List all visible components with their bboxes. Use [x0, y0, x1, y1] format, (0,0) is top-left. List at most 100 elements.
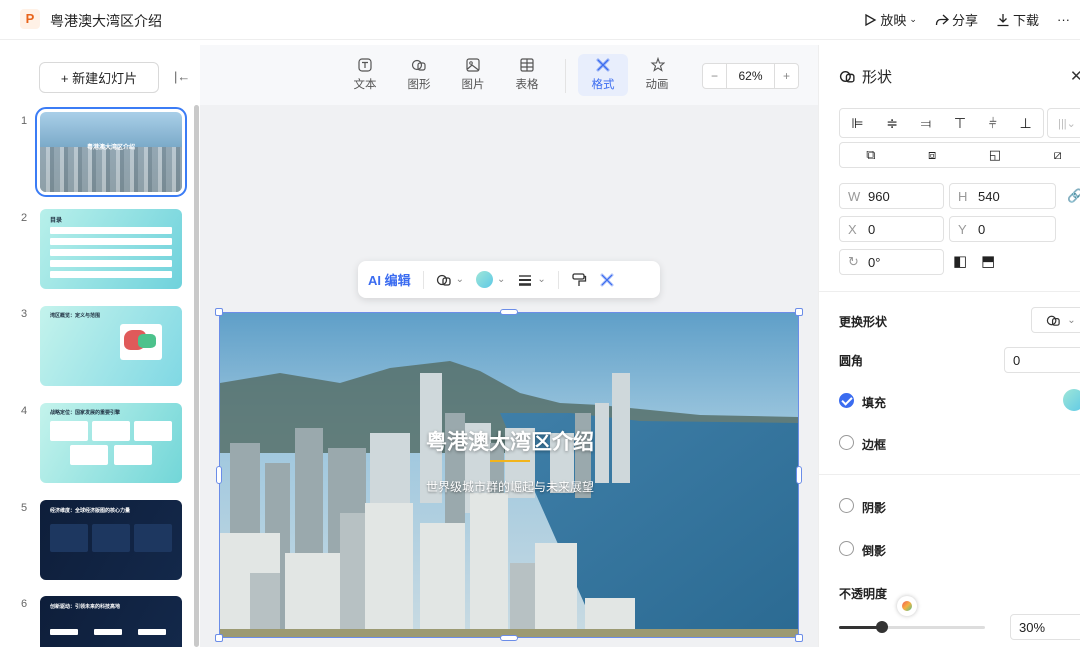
play-button[interactable]: 放映 ⌄	[863, 10, 917, 29]
intersect-icon[interactable]: ◱	[989, 147, 1001, 163]
slide-thumbnail-title: 经济维度：全球经济版图的核心力量	[50, 508, 131, 514]
slide-number: 2	[21, 212, 28, 224]
slide-thumbnail-4[interactable]: 战略定位：国家发展的重要引擎	[40, 403, 182, 483]
chevron-down-icon: ⌄	[455, 274, 465, 285]
resize-handle-ne[interactable]	[795, 308, 803, 316]
slide-thumbnail-3[interactable]: 湾区概览：定义与范围	[40, 306, 182, 386]
tool-image[interactable]: 图片	[453, 57, 493, 92]
tool-shape[interactable]: 图形	[399, 57, 439, 92]
zoom-in-button[interactable]: +	[774, 64, 798, 88]
resize-handle-sw[interactable]	[215, 634, 223, 642]
slide-thumbnail-2[interactable]: 目录	[40, 209, 182, 289]
opacity-slider[interactable]	[839, 621, 985, 633]
slide-thumbnail-title: 战略定位：国家发展的重要引擎	[50, 410, 121, 416]
chevron-down-icon: ⌄	[1067, 314, 1076, 326]
x-field[interactable]: X 0	[839, 216, 944, 242]
border-checkbox[interactable]	[839, 435, 854, 450]
border-label: 边框	[862, 438, 887, 452]
distribute-dropdown[interactable]: |||⌄	[1047, 108, 1080, 138]
fill-checkbox[interactable]	[839, 393, 854, 408]
tool-table[interactable]: 表格	[507, 57, 547, 92]
flip-vertical-icon[interactable]: ⬒	[981, 252, 995, 270]
shape-icon	[1047, 315, 1061, 326]
resize-handle-nw[interactable]	[215, 308, 223, 316]
share-label: 分享	[951, 13, 978, 28]
align-bottom-icon[interactable]: ⊥	[1019, 115, 1031, 132]
new-slide-button[interactable]: + 新建幻灯片	[39, 62, 159, 93]
resize-handle-w[interactable]	[216, 466, 222, 484]
width-field[interactable]: W 960	[839, 183, 944, 209]
line-style-button[interactable]: ⌄	[517, 272, 546, 288]
fill-color-button[interactable]: ⌄	[476, 271, 505, 288]
resize-handle-s[interactable]	[500, 635, 518, 641]
flip-horizontal-icon[interactable]: ◧	[953, 252, 967, 270]
slide-panel-scrollbar[interactable]	[194, 105, 199, 647]
replace-shape-label: 更换形状	[839, 315, 888, 329]
document-title[interactable]: 粤港澳大湾区介绍	[50, 11, 162, 31]
align-middle-vertical-icon[interactable]: ⫩	[989, 115, 997, 132]
divider	[422, 270, 424, 289]
height-label: H	[958, 188, 968, 204]
tool-label: 格式	[591, 79, 615, 91]
tool-label: 文本	[353, 79, 377, 91]
shadow-checkbox[interactable]	[839, 498, 854, 513]
fill-color-swatch	[476, 271, 494, 288]
assistant-float-icon[interactable]	[897, 596, 917, 616]
format-painter-icon[interactable]	[571, 272, 587, 288]
more-button[interactable]: ···	[1057, 10, 1070, 29]
divider	[557, 270, 559, 289]
y-field[interactable]: Y 0	[949, 216, 1056, 242]
text-icon	[358, 58, 372, 72]
share-button[interactable]: 分享	[935, 10, 978, 29]
zoom-out-button[interactable]: −	[703, 64, 727, 88]
reflection-label: 倒影	[862, 544, 887, 558]
exclude-icon[interactable]: ⧄	[1053, 147, 1061, 163]
resize-handle-se[interactable]	[795, 634, 803, 642]
top-bar: P 粤港澳大湾区介绍 放映 ⌄ 分享 下载 ···	[0, 0, 1080, 40]
selected-slide-image[interactable]: 粤港澳大湾区介绍 世界级城市群的崛起与未来展望	[219, 312, 799, 638]
slide-number: 5	[21, 502, 28, 514]
y-label: Y	[958, 221, 967, 237]
subtract-icon[interactable]: ⧈	[928, 147, 936, 163]
fill-color-swatch[interactable]	[1063, 389, 1080, 411]
share-icon	[935, 14, 949, 25]
zoom-value[interactable]: 62%	[727, 64, 774, 88]
tool-format[interactable]: 格式	[578, 54, 628, 96]
align-right-icon[interactable]: ⫤	[921, 115, 932, 132]
slide-thumbnail-title: 创新驱动：引领未来的科技高地	[50, 604, 121, 610]
ai-edit-button[interactable]: AI 编辑	[368, 270, 411, 289]
shape-select-button[interactable]: ⌄	[436, 272, 464, 288]
align-top-icon[interactable]: ⊤	[954, 115, 966, 132]
height-field[interactable]: H 540	[949, 183, 1056, 209]
slide-thumbnail-5[interactable]: 经济维度：全球经济版图的核心力量	[40, 500, 182, 580]
resize-handle-n[interactable]	[500, 309, 518, 315]
resize-handle-e[interactable]	[796, 466, 802, 484]
slide-number: 3	[21, 308, 28, 320]
union-icon[interactable]: ⧉	[866, 147, 875, 163]
tool-animation[interactable]: 动画	[637, 57, 677, 92]
format-icon[interactable]	[599, 272, 615, 288]
tool-text[interactable]: 文本	[345, 57, 385, 92]
lock-ratio-icon[interactable]: 🔗	[1067, 188, 1080, 204]
align-center-horizontal-icon[interactable]: ≑	[886, 115, 898, 132]
reflection-checkbox[interactable]	[839, 541, 854, 556]
line-weight-icon	[519, 274, 532, 286]
opacity-input[interactable]: 30%	[1010, 614, 1080, 640]
align-left-icon[interactable]: ⊫	[851, 115, 863, 132]
boolean-ops-toolbar: ⧉ ⧈ ◱ ⧄	[839, 142, 1080, 168]
slide-number: 6	[21, 598, 28, 610]
replace-shape-dropdown[interactable]: ⌄	[1031, 307, 1080, 333]
slide-thumbnail-1[interactable]: 粤港澳大湾区介绍	[35, 107, 187, 197]
download-button[interactable]: 下载	[996, 10, 1039, 29]
opacity-slider-knob[interactable]	[876, 621, 888, 633]
section-divider	[819, 474, 1080, 475]
close-panel-icon[interactable]: ✕	[1070, 67, 1080, 85]
collapse-panel-icon[interactable]: |←	[174, 69, 190, 84]
corner-radius-input[interactable]: 0	[1004, 347, 1080, 373]
image-icon	[466, 58, 480, 72]
slide-thumbnail-6[interactable]: 创新驱动：引领未来的科技高地	[40, 596, 182, 647]
tool-label: 图形	[407, 79, 431, 91]
rotation-field[interactable]: ↻ 0°	[839, 249, 944, 275]
x-value: 0	[868, 221, 876, 237]
insert-toolbar: 文本 图形 图片 表格 格式 动画 − 62% +	[200, 45, 818, 105]
